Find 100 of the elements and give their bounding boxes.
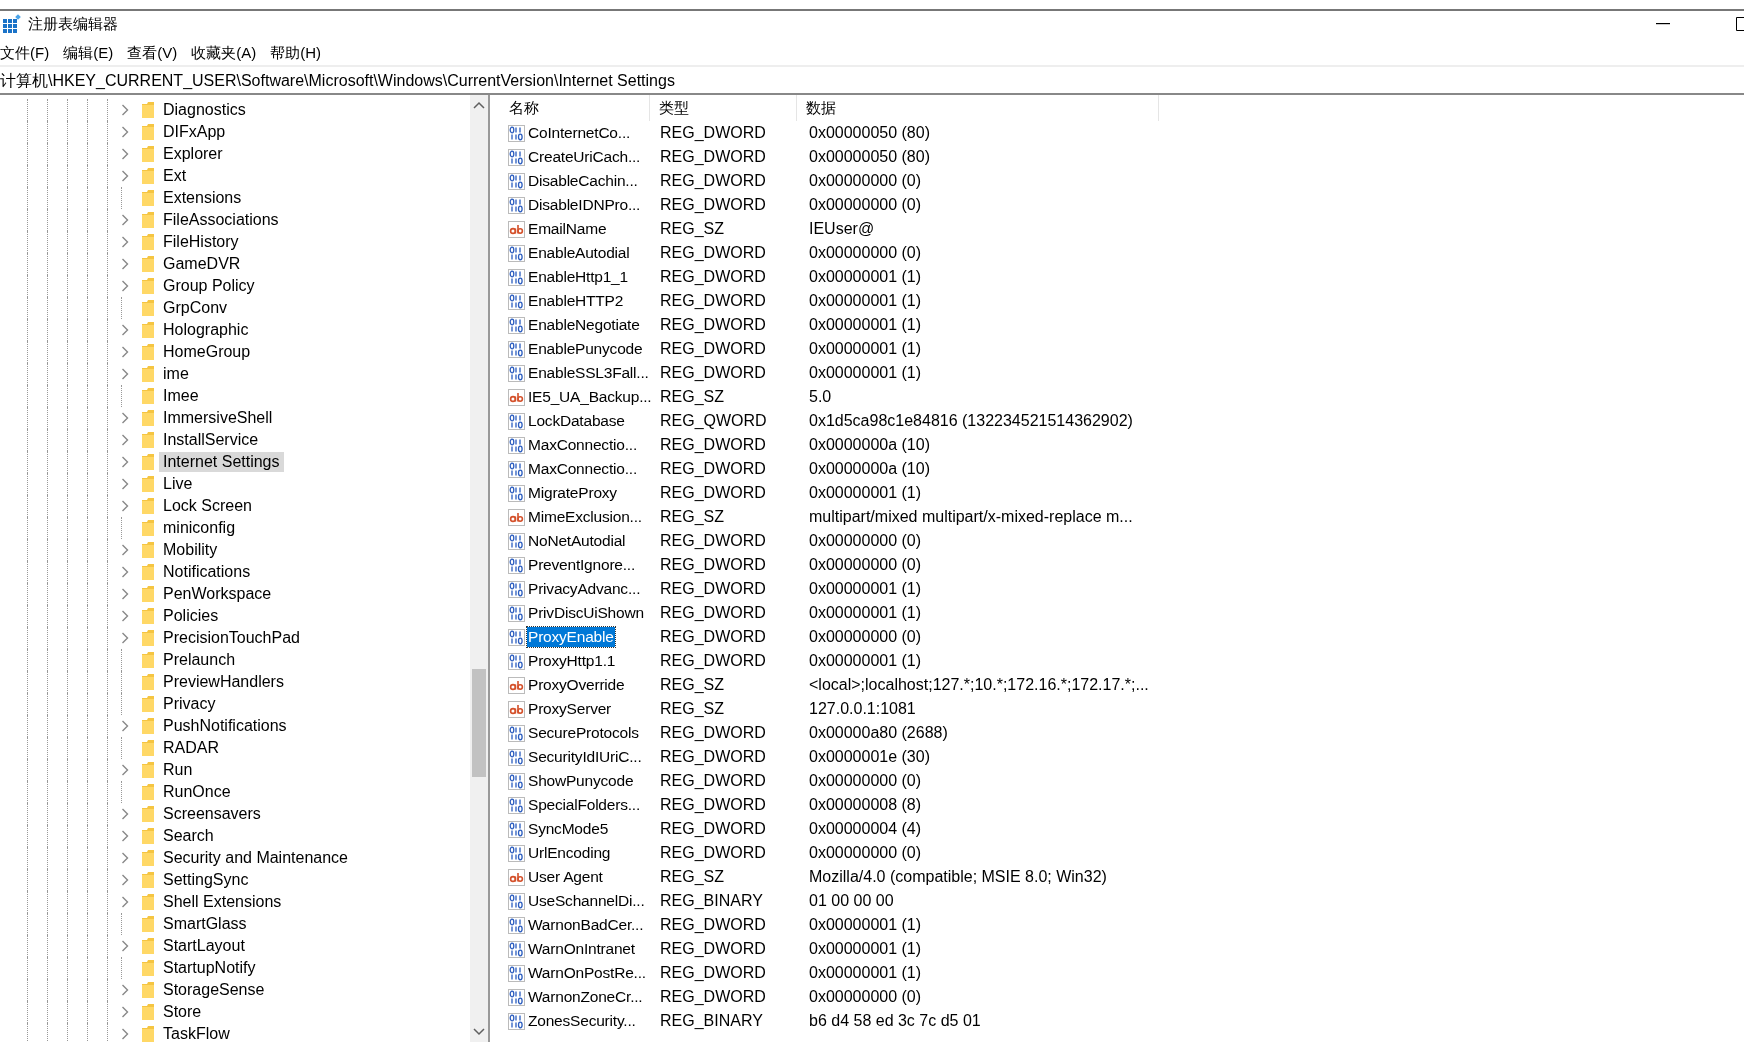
- value-name[interactable]: ProxyOverride: [527, 675, 626, 695]
- chevron-right-icon[interactable]: [121, 280, 129, 292]
- chevron-right-icon[interactable]: [121, 588, 129, 600]
- tree-item[interactable]: GrpConv: [159, 298, 232, 318]
- value-name[interactable]: EnableNegotiate: [527, 315, 641, 335]
- chevron-right-icon[interactable]: [121, 874, 129, 886]
- tree-item[interactable]: Extensions: [159, 188, 246, 208]
- tree-item[interactable]: Ext: [159, 166, 191, 186]
- chevron-right-icon[interactable]: [121, 368, 129, 380]
- tree-item[interactable]: FileHistory: [159, 232, 243, 252]
- tree-item[interactable]: PrecisionTouchPad: [159, 628, 304, 648]
- menu-item[interactable]: 收藏夹(A): [191, 44, 257, 65]
- tree-item[interactable]: Imee: [159, 386, 203, 406]
- value-name[interactable]: LockDatabase: [527, 411, 626, 431]
- tree-item[interactable]: Security and Maintenance: [159, 848, 352, 868]
- chevron-right-icon[interactable]: [121, 214, 129, 226]
- vertical-scrollbar[interactable]: [470, 95, 488, 1042]
- chevron-right-icon[interactable]: [121, 434, 129, 446]
- address-bar[interactable]: 计算机\HKEY_CURRENT_USER\Software\Microsoft\Windows\CurrentVersion\Internet Settings: [0, 69, 1744, 95]
- value-name[interactable]: DisableCachin...: [527, 171, 639, 191]
- tree-item[interactable]: Diagnostics: [159, 100, 250, 120]
- chevron-right-icon[interactable]: [121, 126, 129, 138]
- value-name[interactable]: SecureProtocols: [527, 723, 640, 743]
- value-name[interactable]: PrivacyAdvanc...: [527, 579, 642, 599]
- chevron-right-icon[interactable]: [121, 236, 129, 248]
- scrollbar-thumb[interactable]: [472, 669, 486, 777]
- chevron-right-icon[interactable]: [121, 170, 129, 182]
- menu-item[interactable]: 帮助(H): [270, 44, 321, 65]
- chevron-right-icon[interactable]: [121, 456, 129, 468]
- tree-item[interactable]: RunOnce: [159, 782, 235, 802]
- tree-item[interactable]: FileAssociations: [159, 210, 283, 230]
- value-name[interactable]: SyncMode5: [527, 819, 610, 839]
- value-name[interactable]: MaxConnectio...: [527, 459, 638, 479]
- value-name[interactable]: WarnOnIntranet: [527, 939, 636, 959]
- chevron-right-icon[interactable]: [121, 896, 129, 908]
- value-name[interactable]: IE5_UA_Backup...: [527, 387, 653, 407]
- maximize-icon[interactable]: [1736, 17, 1744, 31]
- chevron-right-icon[interactable]: [121, 478, 129, 490]
- tree-item[interactable]: Holographic: [159, 320, 253, 340]
- value-name[interactable]: ShowPunycode: [527, 771, 635, 791]
- value-name[interactable]: EmailName: [527, 219, 608, 239]
- tree-item[interactable]: StartLayout: [159, 936, 249, 956]
- menu-item[interactable]: 查看(V): [127, 44, 178, 65]
- value-name[interactable]: DisableIDNPro...: [527, 195, 642, 215]
- value-name[interactable]: ProxyServer: [527, 699, 613, 719]
- tree-item[interactable]: ime: [159, 364, 193, 384]
- chevron-right-icon[interactable]: [121, 720, 129, 732]
- value-name[interactable]: WarnonZoneCr...: [527, 987, 644, 1007]
- tree-item[interactable]: RADAR: [159, 738, 223, 758]
- chevron-right-icon[interactable]: [121, 500, 129, 512]
- tree-item[interactable]: GameDVR: [159, 254, 245, 274]
- chevron-right-icon[interactable]: [121, 1028, 129, 1040]
- value-name[interactable]: ProxyEnable: [527, 627, 615, 647]
- tree-item[interactable]: SmartGlass: [159, 914, 251, 934]
- tree-item[interactable]: Search: [159, 826, 218, 846]
- tree-item[interactable]: TaskFlow: [159, 1024, 234, 1042]
- value-name[interactable]: UrlEncoding: [527, 843, 612, 863]
- value-name[interactable]: PrivDiscUiShown: [527, 603, 645, 623]
- tree-item[interactable]: miniconfig: [159, 518, 240, 538]
- value-name[interactable]: CoInternetCo...: [527, 123, 632, 143]
- chevron-right-icon[interactable]: [121, 808, 129, 820]
- value-name[interactable]: MigrateProxy: [527, 483, 618, 503]
- chevron-right-icon[interactable]: [121, 412, 129, 424]
- value-name[interactable]: MimeExclusion...: [527, 507, 643, 527]
- value-name[interactable]: WarnOnPostRe...: [527, 963, 647, 983]
- tree-item[interactable]: Mobility: [159, 540, 222, 560]
- value-name[interactable]: PreventIgnore...: [527, 555, 637, 575]
- chevron-right-icon[interactable]: [121, 258, 129, 270]
- chevron-right-icon[interactable]: [121, 632, 129, 644]
- value-name[interactable]: ZonesSecurity...: [527, 1011, 637, 1031]
- chevron-right-icon[interactable]: [121, 852, 129, 864]
- chevron-right-icon[interactable]: [121, 346, 129, 358]
- value-name[interactable]: MaxConnectio...: [527, 435, 638, 455]
- tree-item[interactable]: Run: [159, 760, 197, 780]
- tree-item[interactable]: Prelaunch: [159, 650, 240, 670]
- chevron-right-icon[interactable]: [121, 324, 129, 336]
- tree-item[interactable]: Live: [159, 474, 197, 494]
- value-name[interactable]: NoNetAutodial: [527, 531, 627, 551]
- chevron-up-icon[interactable]: [473, 101, 485, 109]
- tree-item[interactable]: ImmersiveShell: [159, 408, 277, 428]
- tree-item[interactable]: Lock Screen: [159, 496, 256, 516]
- tree-item[interactable]: SettingSync: [159, 870, 253, 890]
- tree-item[interactable]: PenWorkspace: [159, 584, 276, 604]
- tree-item[interactable]: PushNotifications: [159, 716, 291, 736]
- chevron-right-icon[interactable]: [121, 104, 129, 116]
- chevron-right-icon[interactable]: [121, 1006, 129, 1018]
- tree-item[interactable]: DIFxApp: [159, 122, 230, 142]
- chevron-right-icon[interactable]: [121, 940, 129, 952]
- chevron-right-icon[interactable]: [121, 148, 129, 160]
- minimize-icon[interactable]: [1656, 23, 1670, 25]
- value-name[interactable]: UseSchannelDi...: [527, 891, 646, 911]
- column-header[interactable]: 数据: [797, 95, 1159, 121]
- tree-item[interactable]: Internet Settings: [159, 452, 284, 472]
- tree-item[interactable]: Notifications: [159, 562, 255, 582]
- value-name[interactable]: SecurityIdIUriC...: [527, 747, 643, 767]
- value-name[interactable]: SpecialFolders...: [527, 795, 642, 815]
- chevron-right-icon[interactable]: [121, 566, 129, 578]
- chevron-right-icon[interactable]: [121, 764, 129, 776]
- tree-item[interactable]: Group Policy: [159, 276, 259, 296]
- value-name[interactable]: EnableHttp1_1: [527, 267, 629, 287]
